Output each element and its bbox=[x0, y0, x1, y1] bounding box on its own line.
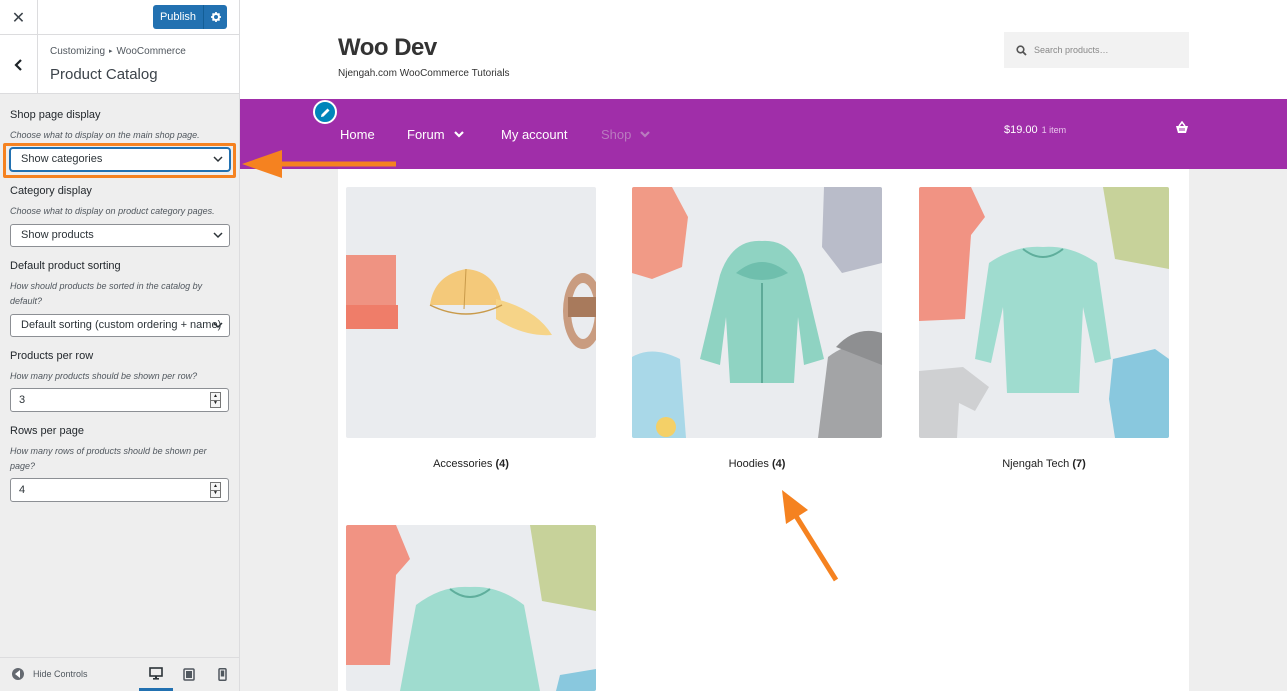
category-name: Hoodies bbox=[728, 458, 769, 470]
shop-page-display-description: Choose what to display on the main shop … bbox=[10, 130, 200, 140]
nav-item-shop[interactable]: Shop bbox=[601, 127, 651, 142]
breadcrumb-separator-icon: ▸ bbox=[109, 48, 113, 55]
customizer-footer: Hide Controls bbox=[0, 657, 239, 691]
category-image-njengah-tech[interactable] bbox=[919, 187, 1169, 438]
chevron-down-icon bbox=[213, 322, 223, 329]
cart-count: 1 item bbox=[1041, 125, 1067, 135]
back-button[interactable] bbox=[0, 35, 38, 94]
primary-navigation bbox=[240, 99, 1287, 169]
hide-controls-label: Hide Controls bbox=[33, 669, 88, 679]
category-label-hoodies[interactable]: Hoodies (4) bbox=[632, 458, 882, 470]
chevron-down-icon bbox=[640, 131, 651, 138]
category-image-hoodies[interactable] bbox=[632, 187, 882, 438]
hoodies-illustration bbox=[632, 187, 882, 438]
breadcrumb-section: WooCommerce bbox=[116, 46, 186, 57]
product-search-input[interactable]: Search products… bbox=[1004, 32, 1189, 68]
site-preview: Woo Dev Njengah.com WooCommerce Tutorial… bbox=[240, 0, 1287, 691]
stepper-down-icon[interactable]: ▼ bbox=[211, 489, 220, 498]
edit-shortcut-button[interactable] bbox=[313, 100, 337, 124]
accessories-illustration bbox=[346, 255, 596, 349]
content-gutter-right bbox=[1189, 169, 1287, 691]
annotation-highlight-box bbox=[3, 143, 236, 178]
breadcrumb-root: Customizing bbox=[50, 46, 106, 57]
shop-page-display-label: Shop page display bbox=[10, 109, 101, 121]
row2-illustration bbox=[346, 525, 596, 691]
rows-per-page-label: Rows per page bbox=[10, 425, 84, 437]
nav-item-label: My account bbox=[501, 127, 568, 142]
rows-per-page-input[interactable]: 4 ▲ ▼ bbox=[10, 478, 229, 502]
customizer-topbar: ✕ Publish bbox=[0, 0, 239, 35]
category-count: (4) bbox=[771, 458, 786, 470]
preview-desktop-button[interactable] bbox=[139, 658, 173, 691]
search-placeholder: Search products… bbox=[1034, 45, 1109, 55]
basket-icon[interactable] bbox=[1175, 121, 1189, 135]
category-name: Njengah Tech bbox=[1002, 458, 1070, 470]
site-tagline: Njengah.com WooCommerce Tutorials bbox=[338, 68, 510, 79]
close-customizer-button[interactable]: ✕ bbox=[0, 0, 38, 35]
publish-settings-button[interactable] bbox=[203, 5, 227, 29]
publish-button[interactable]: Publish bbox=[153, 5, 203, 29]
section-header: Customizing ▸ WooCommerce Product Catalog bbox=[0, 35, 239, 94]
nav-item-home[interactable]: Home bbox=[340, 127, 375, 142]
category-display-select[interactable]: Show products bbox=[10, 224, 230, 247]
products-per-row-input[interactable]: 3 ▲ ▼ bbox=[10, 388, 229, 412]
category-image-row2[interactable] bbox=[346, 525, 596, 691]
desktop-icon bbox=[149, 666, 163, 680]
category-count: (7) bbox=[1072, 458, 1086, 470]
gear-icon bbox=[210, 12, 221, 22]
products-per-row-label: Products per row bbox=[10, 350, 94, 362]
site-title[interactable]: Woo Dev bbox=[338, 34, 437, 62]
category-image-accessories[interactable] bbox=[346, 187, 596, 438]
nav-item-forum[interactable]: Forum bbox=[407, 127, 464, 142]
category-display-value: Show products bbox=[21, 229, 94, 241]
nav-item-label: Home bbox=[340, 127, 375, 142]
content-gutter-left bbox=[240, 169, 338, 691]
collapse-arrow-icon bbox=[12, 668, 24, 680]
rows-per-page-stepper[interactable]: ▲ ▼ bbox=[210, 482, 221, 498]
mobile-icon bbox=[217, 668, 227, 681]
chevron-left-icon bbox=[13, 58, 22, 71]
pencil-icon bbox=[320, 108, 329, 117]
search-icon bbox=[1016, 44, 1027, 56]
category-label-accessories[interactable]: Accessories (4) bbox=[346, 458, 596, 470]
breadcrumb: Customizing ▸ WooCommerce bbox=[50, 46, 186, 57]
njengah-tech-illustration bbox=[919, 187, 1169, 438]
customizer-sidebar: ✕ Publish Customizing ▸ WooCommerce Prod… bbox=[0, 0, 240, 691]
nav-item-label: Shop bbox=[601, 127, 632, 142]
category-count: (4) bbox=[495, 458, 509, 470]
nav-item-my-account[interactable]: My account bbox=[501, 127, 567, 142]
rows-per-page-description: How many rows of products should be show… bbox=[10, 446, 207, 471]
section-title: Product Catalog bbox=[50, 66, 158, 83]
rows-per-page-value: 4 bbox=[19, 484, 26, 496]
category-display-label: Category display bbox=[10, 185, 92, 197]
products-per-row-description: How many products should be shown per ro… bbox=[10, 371, 198, 381]
hide-controls-button[interactable]: Hide Controls bbox=[12, 668, 88, 680]
cart-summary[interactable]: $19.00 1 item bbox=[1004, 124, 1066, 136]
products-per-row-value: 3 bbox=[19, 394, 26, 406]
cart-total: $19.00 bbox=[1004, 124, 1038, 136]
preview-tablet-button[interactable] bbox=[172, 658, 206, 691]
default-sorting-value: Default sorting (custom ordering + name) bbox=[21, 319, 222, 331]
default-sorting-description: How should products be sorted in the cat… bbox=[10, 281, 203, 306]
tablet-icon bbox=[183, 668, 195, 681]
preview-mobile-button[interactable] bbox=[205, 658, 239, 691]
default-sorting-select[interactable]: Default sorting (custom ordering + name) bbox=[10, 314, 230, 337]
category-display-description: Choose what to display on product catego… bbox=[10, 206, 215, 216]
stepper-down-icon[interactable]: ▼ bbox=[211, 399, 220, 408]
close-icon: ✕ bbox=[11, 8, 26, 27]
category-label-njengah-tech[interactable]: Njengah Tech (7) bbox=[919, 458, 1169, 470]
chevron-down-icon bbox=[453, 131, 464, 138]
category-name: Accessories bbox=[433, 458, 493, 470]
default-sorting-label: Default product sorting bbox=[10, 260, 121, 272]
products-per-row-stepper[interactable]: ▲ ▼ bbox=[210, 392, 221, 408]
nav-item-label: Forum bbox=[407, 127, 445, 142]
chevron-down-icon bbox=[213, 232, 223, 239]
